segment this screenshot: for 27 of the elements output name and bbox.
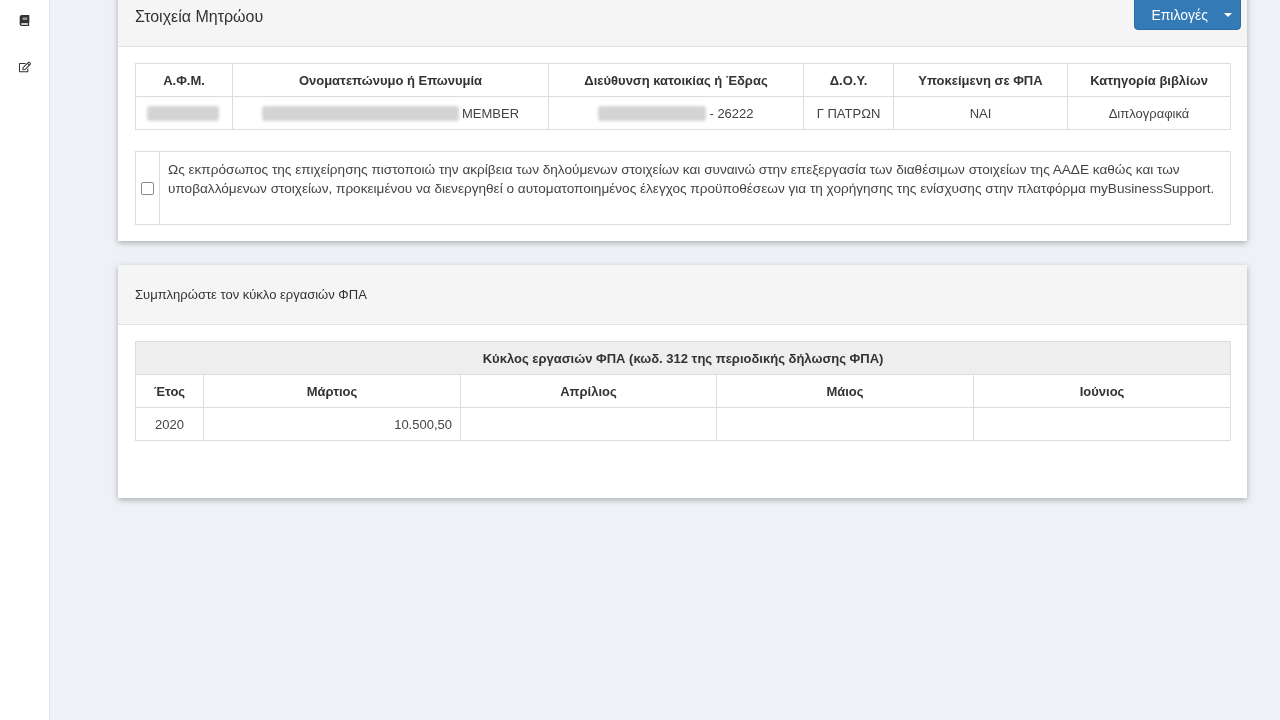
table-cell: Γ ΠΑΤΡΩΝ bbox=[803, 96, 894, 130]
book-icon[interactable] bbox=[19, 15, 30, 26]
cell-text: - 26222 bbox=[709, 106, 754, 122]
edit-icon[interactable] bbox=[18, 61, 31, 73]
table-cell: 10.500,50 bbox=[203, 407, 461, 441]
column-header: Μάιος bbox=[716, 374, 974, 408]
options-button[interactable]: Επιλογές bbox=[1134, 0, 1242, 30]
column-header: Δ.Ο.Υ. bbox=[803, 63, 894, 97]
column-header: Ιούνιος bbox=[973, 374, 1231, 408]
table-cell: Διπλογραφικά bbox=[1067, 96, 1231, 130]
table-cell: 2020 bbox=[135, 407, 204, 441]
checkbox[interactable] bbox=[141, 181, 154, 195]
table-caption: Κύκλος εργασιών ΦΠΑ (κωδ. 312 της περιοδικής δήλωσης ΦΠΑ) bbox=[135, 341, 1231, 375]
caret-icon bbox=[1224, 13, 1233, 17]
column-header: Διεύθυνση κατοικίας ή Έδρας bbox=[548, 63, 804, 97]
column-header: Υποκείμενη σε ΦΠΑ bbox=[893, 63, 1068, 97]
table-cell: ΝΑΙ bbox=[893, 96, 1068, 130]
column-header: Ονοματεπώνυμο ή Επωνυμία bbox=[232, 63, 549, 97]
column-header: Κατηγορία βιβλίων bbox=[1067, 63, 1231, 97]
column-header: Έτος bbox=[135, 374, 204, 408]
panel-title: Συμπληρώστε τον κύκλο εργασιών ΦΠΑ bbox=[135, 287, 367, 302]
declaration-text: Ως εκπρόσωπος της επιχείρησης πιστοποιώ την ακρίβεια των δηλούμενων στοιχείων και συναινώ στην επεξεργασία των διαθέσιμων στοιχείων της ΑΑΔΕ καθώς και των υποβαλλόμενων στοιχείων, προκειμένου να διενεργηθεί ο αυτοματοποιημένος έλεγχος προϋποθέσεων για τη χορήγησης της ενίσχυσης στην πλατφόρμα myBusinessSupport. bbox=[167, 161, 1216, 198]
column-header: Μάρτιος bbox=[203, 374, 461, 408]
column-header: Α.Φ.Μ. bbox=[135, 63, 233, 97]
panel-title: Στοιχεία Μητρώου bbox=[135, 8, 264, 26]
cell-text: MEMBER bbox=[461, 106, 520, 122]
column-header: Απρίλιος bbox=[460, 374, 717, 408]
